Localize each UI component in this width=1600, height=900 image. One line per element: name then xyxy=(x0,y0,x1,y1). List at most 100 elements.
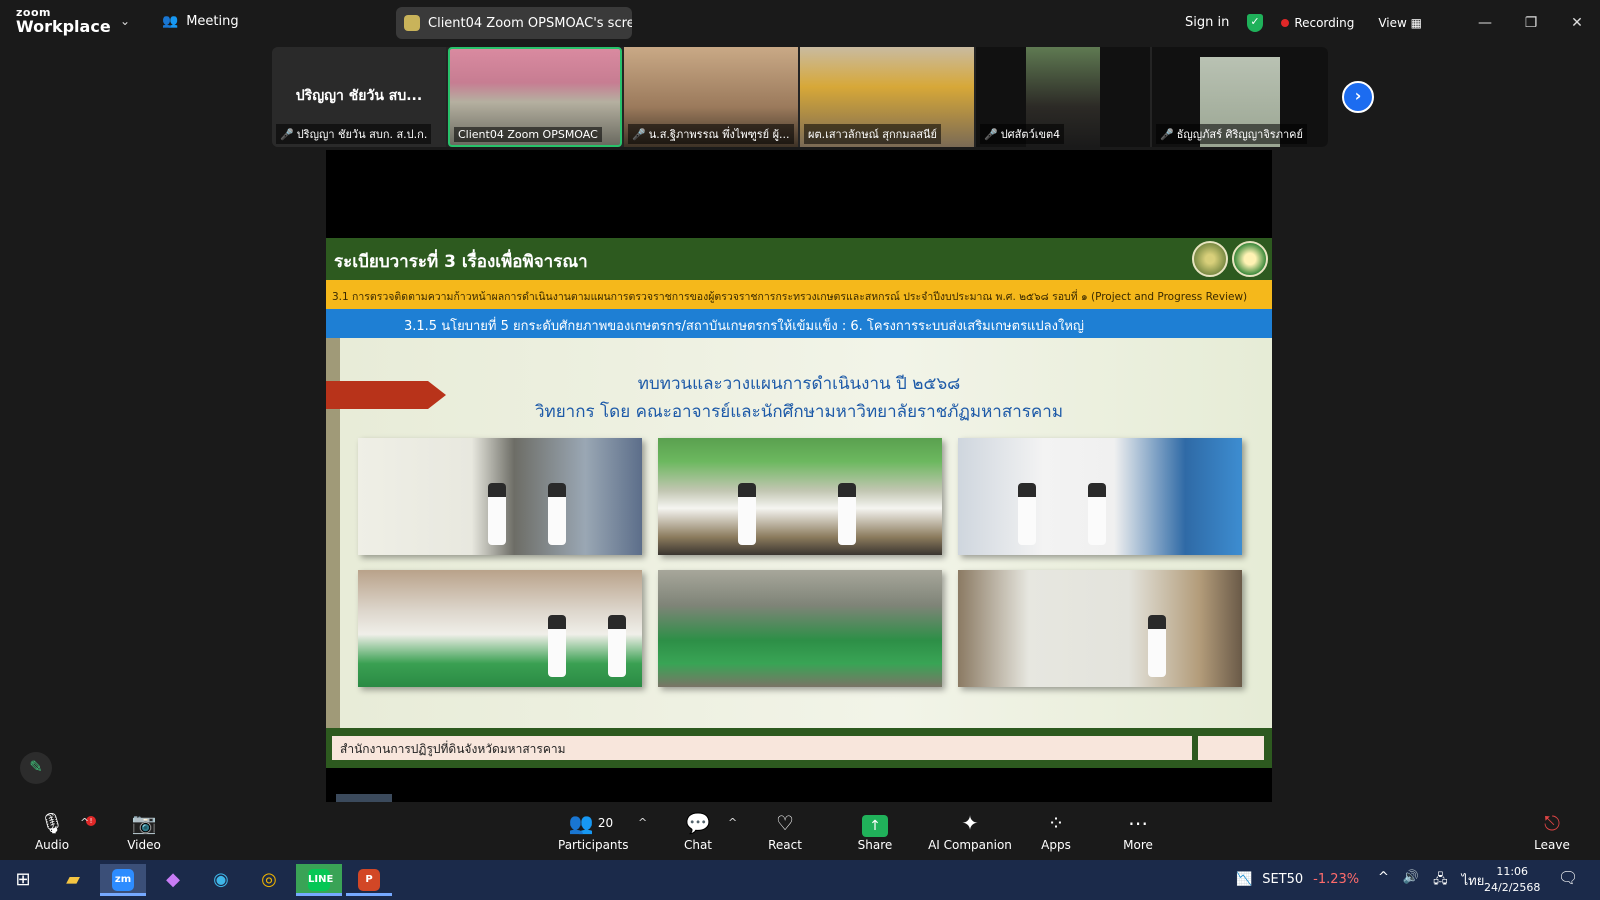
person-figure xyxy=(548,615,566,677)
ticker-change: -1.23% xyxy=(1313,872,1360,887)
more-label: More xyxy=(1123,838,1153,852)
person-figure xyxy=(548,483,566,545)
clock-time: 11:06 xyxy=(1496,865,1529,878)
microphone-icon: 🎙 xyxy=(39,811,65,835)
ticker-name: SET50 xyxy=(1262,872,1304,887)
slide-title: ระเบียบวาระที่ 3 เรื่องเพื่อพิจารณา xyxy=(334,252,588,272)
leave-door-icon: ⎋ xyxy=(1544,811,1560,835)
stock-chart-icon: 📉 xyxy=(1236,872,1253,887)
participant-tile-active[interactable]: Client04 Zoom OPSMOAC xyxy=(448,47,622,147)
audio-options-chevron-icon[interactable]: ^ xyxy=(80,816,89,829)
participant-tile[interactable]: 🎤 ปศสัตว์เขต4 xyxy=(976,47,1150,147)
activity-photo xyxy=(658,570,942,687)
leave-button[interactable]: ⎋ Leave xyxy=(1532,810,1572,852)
person-figure xyxy=(1018,483,1036,545)
shared-screen: ระเบียบวาระที่ 3 เรื่องเพื่อพิจารณา 3.1 … xyxy=(326,150,1272,802)
more-button[interactable]: ⋯ More xyxy=(1118,810,1158,852)
meeting-label: Meeting xyxy=(186,14,239,29)
volume-icon[interactable]: 🔊 xyxy=(1403,870,1419,892)
ministry-seal-icon xyxy=(1192,241,1228,277)
meeting-toolbar: 🎙 ! Audio ^ 📷 Video 👥 20 Participants ^ 💬… xyxy=(0,802,1600,860)
page-box xyxy=(1198,736,1264,760)
clock-date: 24/2/2568 xyxy=(1484,881,1541,894)
ai-companion-label: AI Companion xyxy=(928,838,1012,852)
muted-mic-icon: 🎤 xyxy=(280,128,294,141)
line-app-icon[interactable]: LINE xyxy=(296,864,342,896)
network-icon[interactable]: 🖧 xyxy=(1433,870,1448,892)
zoom-window: zoom Workplace ⌄ 👥 Meeting Client04 Zoom… xyxy=(0,0,1600,860)
slide-topic: 3.1.5 นโยบายที่ 5 ยกระดับศักยภาพของเกษตร… xyxy=(326,309,1272,338)
windows-start-icon[interactable]: ⊞ xyxy=(0,864,46,896)
audio-label: Audio xyxy=(34,838,70,852)
video-label: Video xyxy=(127,838,161,852)
alro-seal-icon xyxy=(1232,241,1268,277)
apps-icon: ⁘ xyxy=(1047,811,1065,835)
zoom-taskbar-icon[interactable]: zm xyxy=(100,864,146,896)
participants-count: 20 xyxy=(597,816,614,830)
participant-tile[interactable]: 🎤 น.ส.ฐิภาพรรณ พึ่งไพฑูรย์ ผู้... xyxy=(624,47,798,147)
minimize-icon[interactable]: — xyxy=(1462,15,1508,31)
recording-indicator[interactable]: Recording xyxy=(1281,16,1354,30)
slide-subheading: วิทยากร โดย คณะอาจารย์และนักศึกษามหาวิทย… xyxy=(534,402,1064,422)
organization-name: สำนักงานการปฏิรูปที่ดินจังหวัดมหาสารคาม xyxy=(332,736,1192,760)
participant-tile[interactable]: ผต.เสาวลักษณ์ สุกกมลสนีย์ xyxy=(800,47,974,147)
sign-in-link[interactable]: Sign in xyxy=(1185,15,1229,30)
top-right-controls: Sign in Recording View ▦ — ❐ ✕ xyxy=(1185,0,1600,45)
grid-icon: ▦ xyxy=(1410,15,1422,30)
participants-icon: 👥 20 xyxy=(568,811,614,835)
encryption-shield-icon[interactable] xyxy=(1247,13,1264,32)
audio-button[interactable]: 🎙 ! Audio xyxy=(32,810,96,852)
windows-taskbar: ⊞ ▰ zm ◆ ◉ ◎ LINE P 📉 SET50 -1.23% ^ 🔊 🖧… xyxy=(0,860,1600,900)
next-page-chevron-icon[interactable]: › xyxy=(1342,81,1374,113)
person-figure xyxy=(488,483,506,545)
ai-companion-button[interactable]: ✦ AI Companion xyxy=(928,810,1012,852)
slide-scrollbar[interactable] xyxy=(336,794,392,802)
chat-button[interactable]: 💬 Chat xyxy=(678,810,718,852)
view-button[interactable]: View ▦ xyxy=(1378,16,1422,30)
heart-icon: ♡ xyxy=(776,811,794,835)
participant-name: ผต.เสาวลักษณ์ สุกกมลสนีย์ xyxy=(804,124,941,144)
close-icon[interactable]: ✕ xyxy=(1554,15,1600,31)
react-button[interactable]: ♡ React xyxy=(764,810,806,852)
participants-button[interactable]: 👥 20 Participants xyxy=(558,810,629,852)
meeting-info-button[interactable]: 👥 Meeting xyxy=(162,14,239,29)
top-bar: zoom Workplace ⌄ 👥 Meeting Client04 Zoom… xyxy=(0,0,1600,45)
shared-screen-pill[interactable]: Client04 Zoom OPSMOAC's scre ··· xyxy=(396,7,632,39)
muted-mic-icon: 🎤 xyxy=(984,128,998,141)
participant-strip: ปริญญา ชัยวัน สบ... 🎤 ปริญญา ชัยวัน สบก. … xyxy=(272,47,1328,147)
share-button[interactable]: ↑ Share xyxy=(854,810,896,852)
video-button[interactable]: 📷 Video xyxy=(124,810,164,852)
slide-heading: ทบทวนและวางแผนการดำเนินงาน ปี ๒๕๖๘ xyxy=(637,374,961,394)
muted-mic-icon: 🎤 xyxy=(632,128,646,141)
notification-icon[interactable]: 🗨 xyxy=(1558,868,1578,887)
tray-chevron-up-icon[interactable]: ^ xyxy=(1378,870,1389,892)
powerpoint-icon[interactable]: P xyxy=(346,864,392,896)
shared-screen-title: Client04 Zoom OPSMOAC's scre xyxy=(428,15,632,31)
activity-photo xyxy=(958,438,1242,555)
participant-tile[interactable]: ปริญญา ชัยวัน สบ... 🎤 ปริญญา ชัยวัน สบก. … xyxy=(272,47,446,147)
system-clock[interactable]: 11:06 24/2/2568 xyxy=(1484,864,1540,896)
chat-options-chevron-icon[interactable]: ^ xyxy=(728,816,737,829)
restore-icon[interactable]: ❐ xyxy=(1508,15,1554,31)
annotate-pencil-icon[interactable]: ✎ xyxy=(20,752,52,784)
activity-photo xyxy=(358,570,642,687)
activity-photo xyxy=(658,438,942,555)
share-screen-icon: ↑ xyxy=(854,810,896,837)
zoom-logo[interactable]: zoom Workplace xyxy=(16,7,111,35)
person-figure xyxy=(1148,615,1166,677)
recording-label: Recording xyxy=(1294,15,1355,30)
chrome-browser-icon[interactable]: ◎ xyxy=(246,864,292,896)
file-explorer-icon[interactable]: ▰ xyxy=(50,864,96,896)
input-language[interactable]: ไทย xyxy=(1462,870,1485,892)
stock-ticker[interactable]: 📉 SET50 -1.23% xyxy=(1236,872,1359,887)
apps-button[interactable]: ⁘ Apps xyxy=(1038,810,1074,852)
copilot-icon[interactable]: ◆ xyxy=(150,864,196,896)
participant-tile[interactable]: 🎤 ธัญญภัสร์ ศิริญญาจิรภาคย์ xyxy=(1152,47,1328,147)
edge-browser-icon[interactable]: ◉ xyxy=(198,864,244,896)
chevron-down-icon[interactable]: ⌄ xyxy=(120,14,130,28)
person-figure xyxy=(738,483,756,545)
participants-options-chevron-icon[interactable]: ^ xyxy=(638,816,647,829)
slide-body: ทบทวนและวางแผนการดำเนินงาน ปี ๒๕๖๘ วิทยา… xyxy=(326,338,1272,728)
sparkle-icon: ✦ xyxy=(961,811,979,835)
activity-photo xyxy=(958,570,1242,687)
